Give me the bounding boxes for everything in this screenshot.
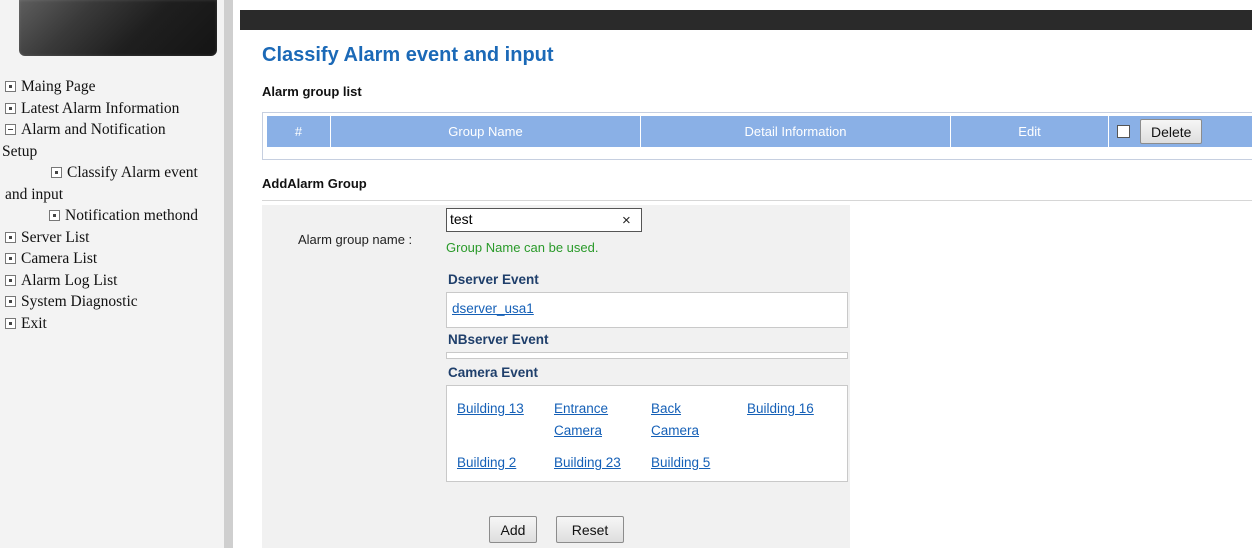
bullet-icon	[5, 274, 16, 286]
alarm-group-table: # Group Name Detail Information Edit Del…	[262, 112, 1252, 160]
top-bar	[240, 10, 1252, 30]
sidebar-item-main-page[interactable]: Maing Page	[2, 76, 224, 98]
add-alarm-group-label: AddAlarm Group	[262, 176, 367, 191]
sidebar-item-server-list[interactable]: Server List	[2, 227, 224, 249]
bullet-icon	[5, 296, 16, 307]
sidebar-item-alarm-notification-setup-cont[interactable]: Setup	[2, 141, 224, 163]
collapse-icon	[5, 124, 16, 135]
dserver-event-list: dserver_usa1	[446, 292, 848, 328]
sidebar-item-classify-alarm[interactable]: Classify Alarm event	[2, 162, 224, 184]
sidebar-item-system-diagnostic[interactable]: System Diagnostic	[2, 291, 224, 313]
sidebar-nav: Maing Page Latest Alarm Information Alar…	[2, 76, 224, 334]
nbserver-event-list	[446, 352, 848, 359]
dserver-event-title: Dserver Event	[448, 272, 539, 287]
sidebar-item-latest-alarm[interactable]: Latest Alarm Information	[2, 98, 224, 120]
column-header-delete: Delete	[1109, 116, 1252, 147]
sidebar: Maing Page Latest Alarm Information Alar…	[0, 0, 233, 548]
sidebar-divider	[224, 0, 232, 548]
sidebar-item-alarm-notification-setup[interactable]: Alarm and Notification	[2, 119, 224, 141]
delete-button[interactable]: Delete	[1140, 119, 1203, 144]
clear-icon[interactable]: ×	[622, 212, 631, 229]
camera-link[interactable]: Building 16	[747, 398, 837, 420]
bullet-icon	[5, 81, 16, 92]
select-all-checkbox[interactable]	[1117, 125, 1130, 138]
camera-event-title: Camera Event	[448, 365, 539, 380]
bullet-icon	[51, 167, 62, 178]
table-header: # Group Name Detail Information Edit Del…	[267, 116, 1252, 147]
camera-link[interactable]: Building 5	[651, 452, 741, 474]
camera-link[interactable]: Building 13	[457, 398, 547, 420]
bullet-icon	[5, 253, 16, 264]
bullet-icon	[5, 231, 16, 243]
camera-link[interactable]: Back Camera	[651, 398, 711, 441]
dserver-link[interactable]: dserver_usa1	[452, 298, 534, 319]
alarm-group-name-label: Alarm group name :	[298, 232, 413, 247]
alarm-group-name-input[interactable]: test	[446, 208, 642, 232]
add-group-form: Alarm group name : test × Group Name can…	[262, 205, 850, 548]
validation-message: Group Name can be used.	[446, 240, 599, 255]
nbserver-event-title: NBserver Event	[448, 332, 549, 347]
sidebar-item-notification-method[interactable]: Notification methond	[2, 205, 224, 227]
column-header-edit: Edit	[951, 116, 1109, 147]
sidebar-item-exit[interactable]: Exit	[2, 313, 224, 335]
camera-event-list: Building 13 Entrance Camera Back Camera …	[446, 385, 848, 482]
logo	[19, 0, 217, 56]
camera-link[interactable]: Building 2	[457, 452, 547, 474]
bullet-icon	[5, 102, 16, 114]
column-header-number: #	[267, 116, 331, 147]
section-divider	[262, 200, 1252, 201]
bullet-icon	[5, 317, 16, 329]
bullet-icon	[49, 210, 60, 221]
page-title: Classify Alarm event and input	[262, 44, 554, 66]
sidebar-item-camera-list[interactable]: Camera List	[2, 248, 224, 270]
camera-link[interactable]: Entrance Camera	[554, 398, 624, 441]
sidebar-item-alarm-log-list[interactable]: Alarm Log List	[2, 270, 224, 292]
alarm-group-list-label: Alarm group list	[262, 84, 362, 99]
add-button[interactable]: Add	[489, 516, 537, 543]
reset-button[interactable]: Reset	[556, 516, 624, 543]
camera-link[interactable]: Building 23	[554, 452, 644, 474]
column-header-detail-info: Detail Information	[641, 116, 951, 147]
sidebar-item-classify-alarm-cont[interactable]: and input	[2, 184, 224, 206]
column-header-group-name: Group Name	[331, 116, 641, 147]
